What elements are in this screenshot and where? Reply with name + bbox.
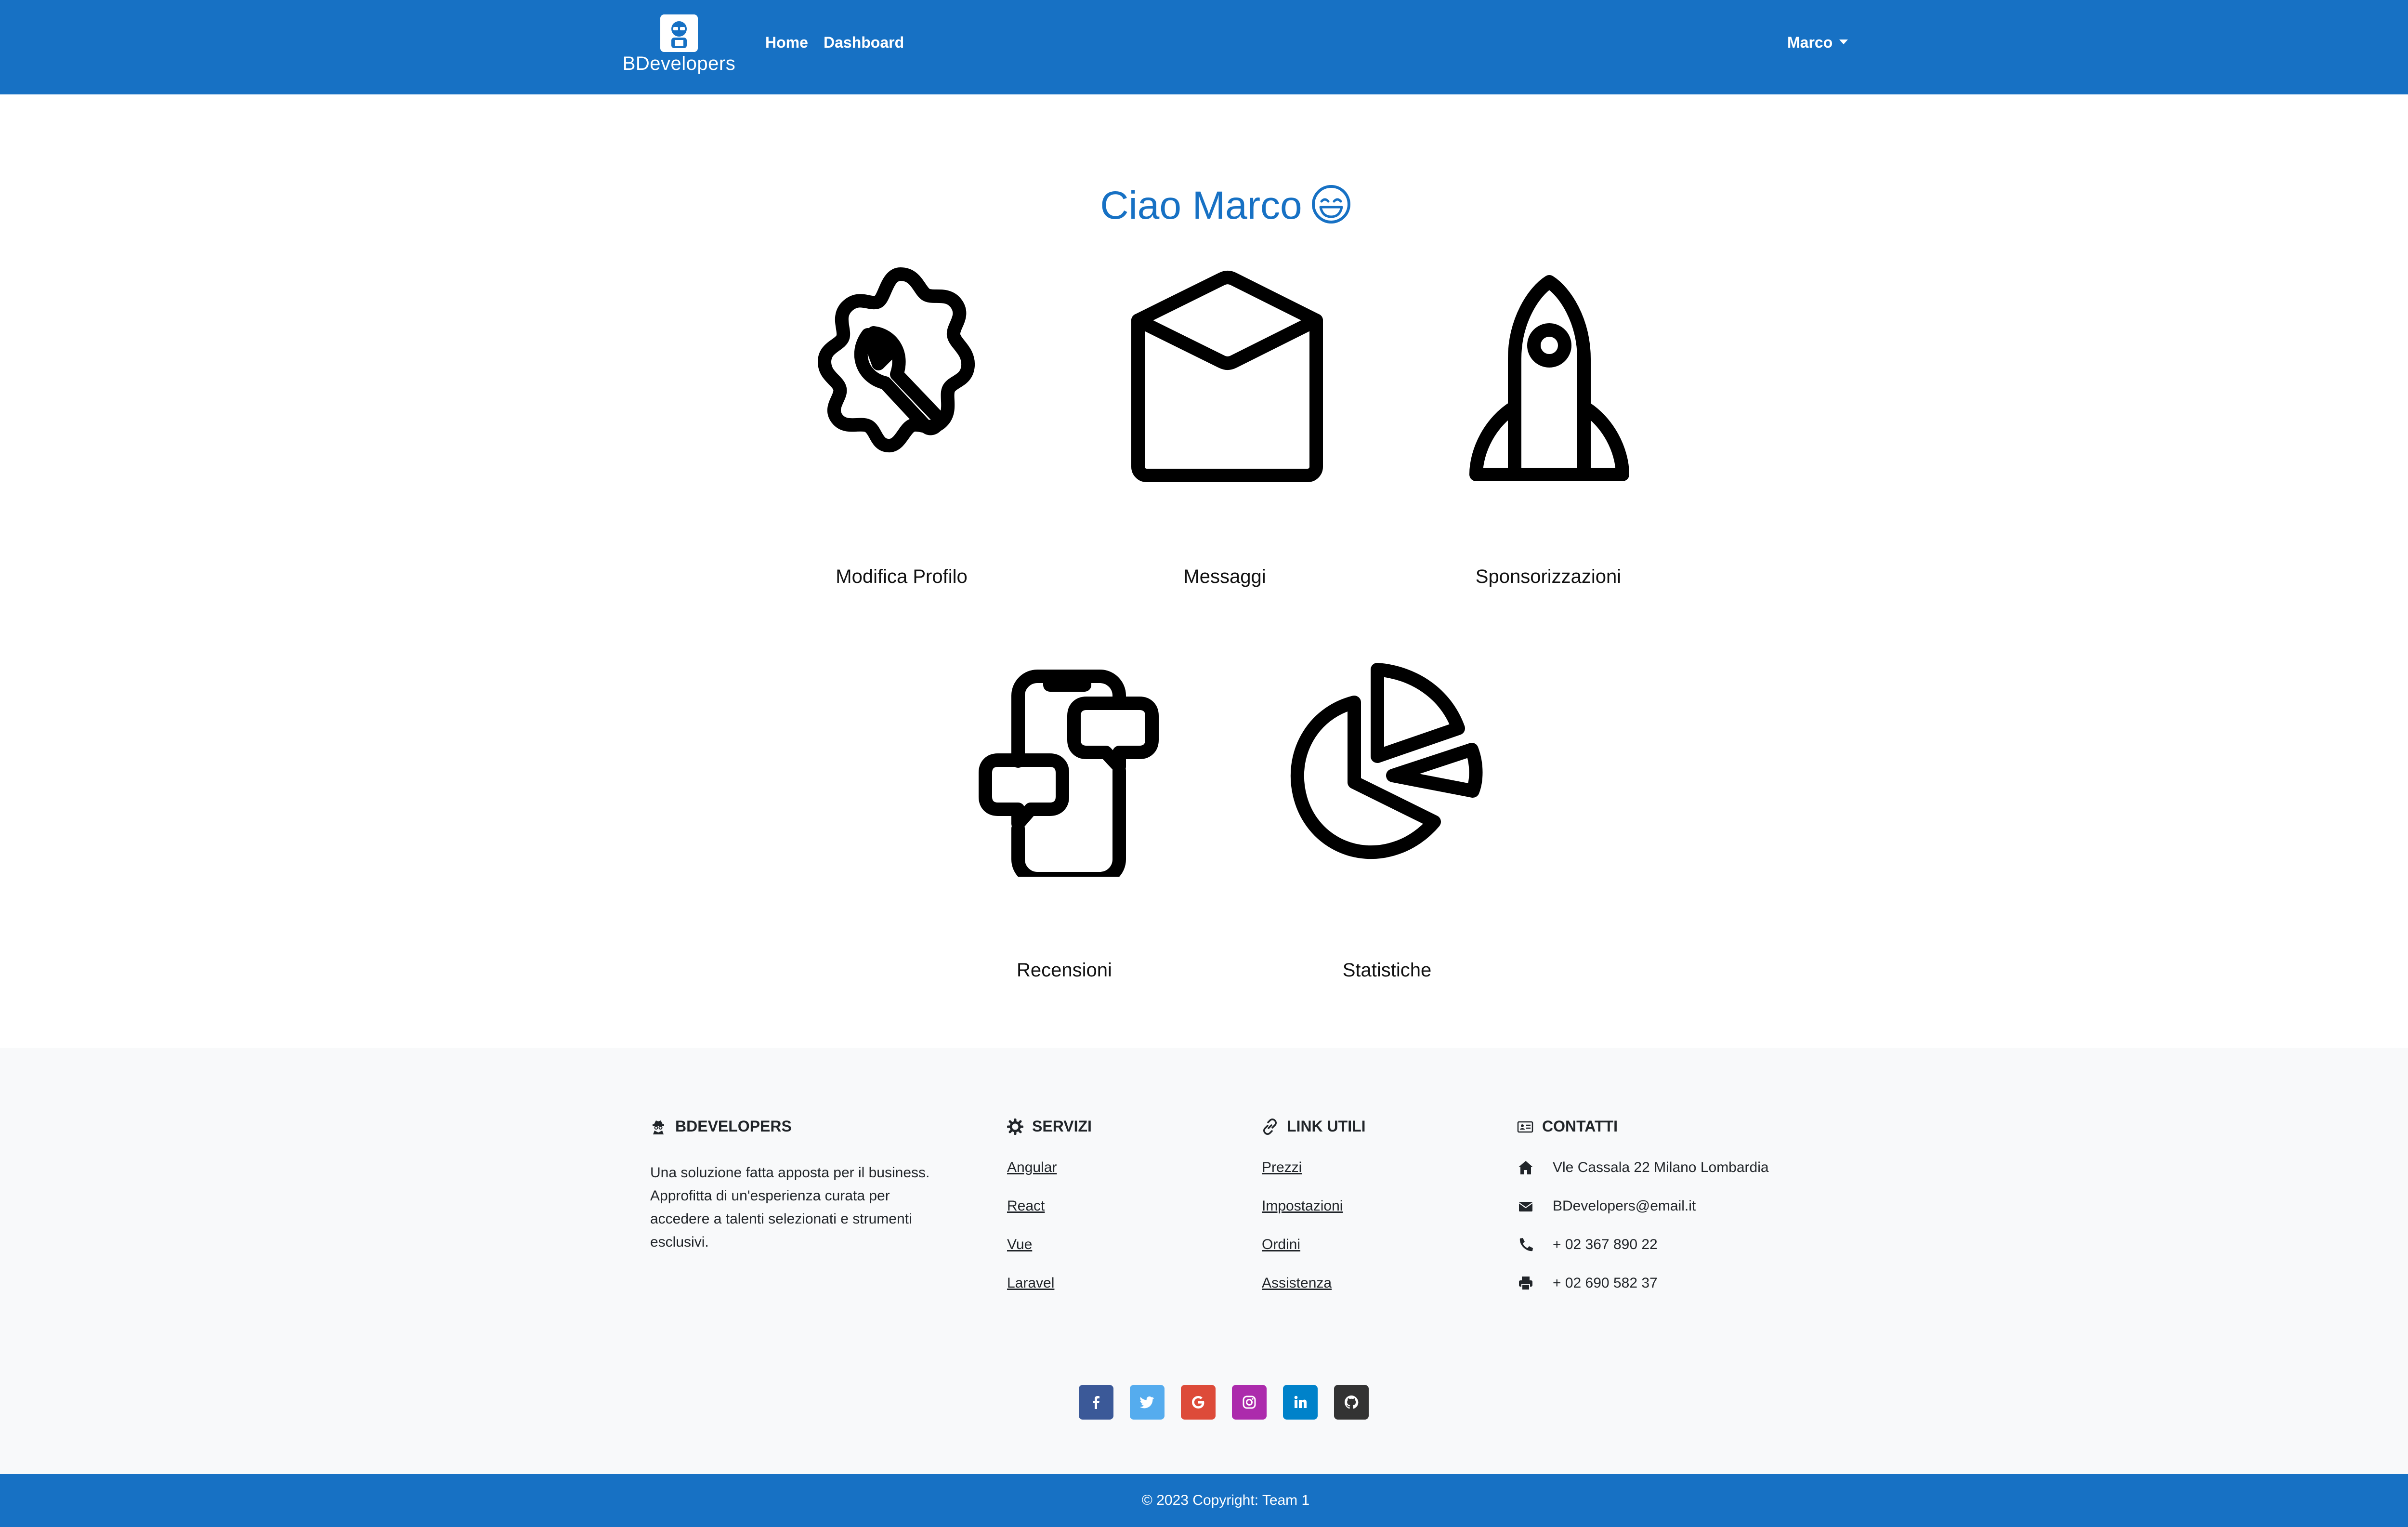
envelope-icon bbox=[1131, 271, 1323, 482]
footer-link-laravel[interactable]: Laravel bbox=[1007, 1275, 1092, 1314]
contact-phone-text: + 02 367 890 22 bbox=[1553, 1237, 1658, 1252]
address-card-icon bbox=[1517, 1121, 1533, 1132]
contact-phone: + 02 367 890 22 bbox=[1517, 1237, 1769, 1275]
card-label: Modifica Profilo bbox=[836, 566, 968, 587]
footer-brand-description: Una soluzione fatta apposta per il busin… bbox=[650, 1165, 930, 1250]
footer-brand-column: BDEVELOPERS Una soluzione fatta apposta … bbox=[650, 1118, 934, 1254]
footer-services-heading: SERVIZI bbox=[1007, 1118, 1092, 1135]
copyright-bar: © 2023 Copyright: Team 1 bbox=[0, 1474, 2408, 1527]
phone-chat-icon bbox=[979, 670, 1159, 877]
footer-links-heading: LINK UTILI bbox=[1262, 1118, 1366, 1135]
footer-brand-title: BDEVELOPERS bbox=[675, 1118, 792, 1135]
footer-link-react[interactable]: React bbox=[1007, 1198, 1092, 1237]
footer-links-column: LINK UTILI Prezzi Impostazioni Ordini As… bbox=[1262, 1118, 1366, 1314]
github-icon bbox=[1345, 1395, 1359, 1409]
card-reviews[interactable]: Recensioni bbox=[939, 655, 1190, 981]
user-dropdown-toggle[interactable]: Marco bbox=[1787, 34, 1848, 52]
contact-email: BDevelopers@email.it bbox=[1517, 1198, 1769, 1237]
github-button[interactable] bbox=[1334, 1385, 1369, 1420]
contact-fax: + 02 690 582 37 bbox=[1517, 1275, 1769, 1314]
footer-link-impostazioni[interactable]: Impostazioni bbox=[1262, 1198, 1366, 1237]
instagram-icon bbox=[1243, 1395, 1256, 1409]
caret-down-icon bbox=[1839, 39, 1848, 44]
facebook-button[interactable] bbox=[1079, 1385, 1113, 1420]
settings-gear-wrench-icon bbox=[818, 267, 975, 452]
contact-address-text: Vle Cassala 22 Milano Lombardia bbox=[1553, 1159, 1769, 1175]
envelope-icon bbox=[1518, 1202, 1533, 1211]
greeting-text: Ciao Marco bbox=[1100, 184, 1302, 227]
pie-chart-icon bbox=[1290, 663, 1483, 859]
google-button[interactable] bbox=[1181, 1385, 1216, 1420]
user-secret-icon bbox=[653, 1120, 664, 1134]
twitter-button[interactable] bbox=[1130, 1385, 1165, 1420]
brand-logo-link[interactable]: BDevelopers bbox=[619, 14, 739, 77]
footer-contacts-title: CONTATTI bbox=[1542, 1118, 1618, 1135]
card-label: Sponsorizzazioni bbox=[1475, 566, 1622, 587]
card-sponsorships[interactable]: Sponsorizzazioni bbox=[1423, 263, 1674, 587]
home-icon bbox=[1518, 1161, 1533, 1174]
card-messages[interactable]: Messaggi bbox=[1099, 263, 1350, 587]
footer-contacts-heading: CONTATTI bbox=[1517, 1118, 1769, 1135]
nav-dashboard-link[interactable]: Dashboard bbox=[824, 34, 904, 52]
phone-icon bbox=[1519, 1238, 1533, 1251]
linkedin-button[interactable] bbox=[1283, 1385, 1318, 1420]
linkedin-icon bbox=[1294, 1395, 1307, 1408]
developer-logo-icon bbox=[660, 14, 698, 52]
footer-brand-heading: BDEVELOPERS bbox=[650, 1118, 934, 1135]
footer-link-ordini[interactable]: Ordini bbox=[1262, 1237, 1366, 1275]
footer-services-column: SERVIZI Angular React Vue Laravel bbox=[1007, 1118, 1092, 1314]
social-buttons bbox=[1079, 1385, 1369, 1420]
user-name: Marco bbox=[1787, 34, 1833, 51]
page-title: Ciao Marco bbox=[0, 183, 2408, 228]
footer-contacts-column: CONTATTI Vle Cassala 22 Milano Lombardia… bbox=[1517, 1118, 1769, 1314]
smiling-face-icon bbox=[1311, 185, 1350, 224]
contact-email-text: BDevelopers@email.it bbox=[1553, 1198, 1696, 1214]
footer: BDEVELOPERS Una soluzione fatta apposta … bbox=[0, 1048, 2408, 1474]
footer-link-assistenza[interactable]: Assistenza bbox=[1262, 1275, 1366, 1314]
google-icon bbox=[1192, 1396, 1204, 1409]
top-navbar: BDevelopers Home Dashboard Marco bbox=[0, 0, 2408, 94]
card-label: Messaggi bbox=[1183, 566, 1266, 587]
twitter-icon bbox=[1139, 1396, 1154, 1409]
footer-link-vue[interactable]: Vue bbox=[1007, 1237, 1092, 1275]
card-label: Statistiche bbox=[1342, 960, 1432, 981]
card-label: Recensioni bbox=[1017, 960, 1112, 981]
nav-home-link[interactable]: Home bbox=[765, 34, 808, 52]
brand-name: BDevelopers bbox=[622, 53, 736, 74]
facebook-icon bbox=[1093, 1396, 1099, 1409]
card-edit-profile[interactable]: Modifica Profilo bbox=[776, 263, 1027, 587]
printer-icon bbox=[1519, 1277, 1532, 1290]
card-statistics[interactable]: Statistiche bbox=[1262, 655, 1512, 981]
contact-fax-text: + 02 690 582 37 bbox=[1553, 1275, 1658, 1291]
contact-address: Vle Cassala 22 Milano Lombardia bbox=[1517, 1159, 1769, 1198]
gem-gear-icon bbox=[1007, 1118, 1023, 1135]
link-icon bbox=[1263, 1118, 1277, 1135]
rocket-icon bbox=[1469, 275, 1629, 481]
footer-link-angular[interactable]: Angular bbox=[1007, 1159, 1092, 1198]
footer-services-title: SERVIZI bbox=[1032, 1118, 1092, 1135]
footer-links-title: LINK UTILI bbox=[1287, 1118, 1366, 1135]
instagram-button[interactable] bbox=[1232, 1385, 1267, 1420]
copyright-text: © 2023 Copyright: Team 1 bbox=[1141, 1492, 1310, 1508]
footer-link-prezzi[interactable]: Prezzi bbox=[1262, 1159, 1366, 1198]
